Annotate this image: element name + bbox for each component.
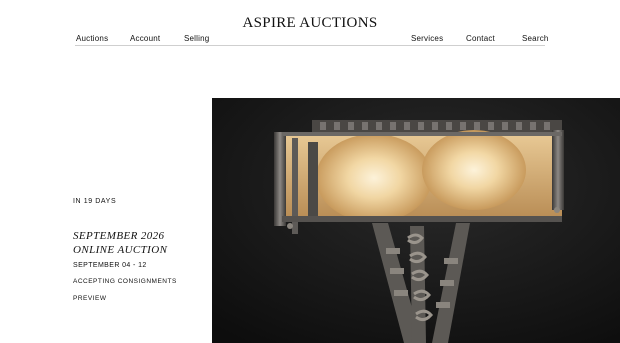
auction-dates: SEPTEMBER 04 - 12 bbox=[73, 262, 147, 269]
nav-auctions[interactable]: Auctions bbox=[76, 34, 108, 43]
nav-services[interactable]: Services bbox=[411, 34, 443, 43]
nav-selling[interactable]: Selling bbox=[184, 34, 209, 43]
auction-title-line1[interactable]: SEPTEMBER 2026 bbox=[73, 229, 167, 243]
auction-title-line2[interactable]: ONLINE AUCTION bbox=[73, 243, 167, 257]
nav-account[interactable]: Account bbox=[130, 34, 160, 43]
auction-countdown: IN 19 DAYS bbox=[73, 198, 117, 205]
lamp-illustration bbox=[212, 98, 620, 343]
preview-link[interactable]: PREVIEW bbox=[73, 295, 106, 302]
site-logo[interactable]: ASPIRE AUCTIONS bbox=[0, 15, 620, 32]
accepting-consignments-link[interactable]: ACCEPTING CONSIGNMENTS bbox=[73, 278, 177, 285]
hero-lamp-image[interactable] bbox=[212, 98, 620, 343]
auction-title[interactable]: SEPTEMBER 2026 ONLINE AUCTION bbox=[73, 229, 167, 257]
nav-search[interactable]: Search bbox=[522, 34, 549, 43]
nav-divider bbox=[75, 45, 545, 46]
nav-contact[interactable]: Contact bbox=[466, 34, 495, 43]
